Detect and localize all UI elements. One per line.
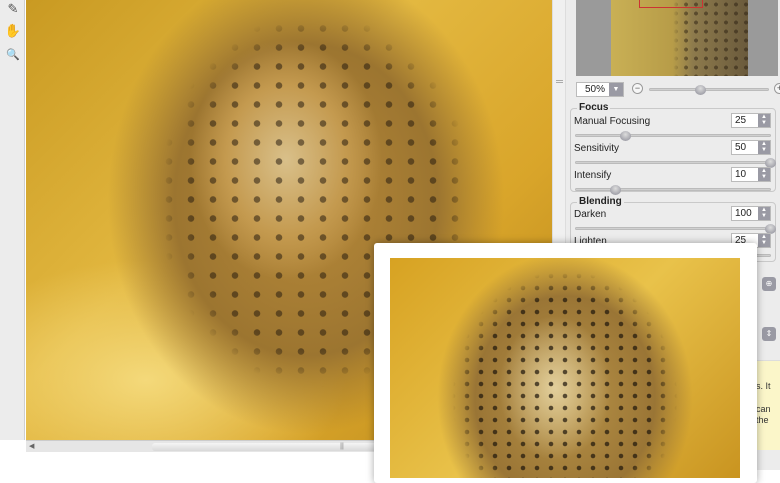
param-value: 100 (735, 208, 752, 219)
param-value-spinner[interactable]: 10 ▲ ▼ (731, 167, 771, 182)
navigator[interactable] (576, 0, 778, 76)
param-label: Sensitivity (574, 143, 620, 154)
spinner-arrows-icon[interactable]: ▲ ▼ (758, 168, 770, 181)
view-rectangle[interactable] (639, 0, 703, 8)
param-label: Manual Focusing (574, 116, 651, 127)
spinner-arrows-icon[interactable]: ▲ ▼ (758, 141, 770, 154)
scroll-left-icon[interactable]: ◀ (29, 442, 34, 450)
focus-title: Focus (577, 102, 611, 113)
param-slider[interactable] (575, 131, 771, 141)
param-value-spinner[interactable]: 100 ▲ ▼ (731, 206, 771, 221)
add-button[interactable]: ⊕ (762, 277, 776, 291)
zoom-slider-knob[interactable] (694, 85, 706, 95)
splitter-grip[interactable] (556, 80, 563, 83)
param-sensitivity: Sensitivity 50 ▲ ▼ (571, 140, 776, 169)
param-value-spinner[interactable]: 25 ▲ ▼ (731, 113, 771, 128)
preview-image (390, 258, 740, 478)
param-value: 10 (735, 169, 747, 180)
param-darken: Darken 100 ▲ ▼ (571, 206, 776, 235)
navigator-thumbnail (611, 0, 748, 76)
param-slider-knob[interactable] (619, 131, 631, 141)
zoom-value: 50% (584, 84, 605, 95)
param-manual-focusing: Manual Focusing 25 ▲ ▼ (571, 113, 775, 142)
param-label: Intensify (574, 170, 612, 181)
blending-title: Blending (577, 196, 624, 207)
param-value: 25 (735, 115, 747, 126)
help-text-line: s. It (756, 381, 771, 391)
preview-popup (374, 243, 757, 483)
hand-icon[interactable]: ✋ (4, 22, 22, 40)
param-slider[interactable] (575, 158, 776, 168)
help-text-line: the (756, 415, 769, 425)
zoom-slider[interactable] (649, 85, 769, 95)
chevron-down-icon[interactable]: ▼ (609, 83, 623, 96)
focus-group: Focus Manual Focusing 25 ▲ ▼ Sensitivity 5… (570, 102, 776, 195)
tools-toolbar: ✎ ✋ 🔍 (0, 0, 25, 440)
spinner-arrows-icon[interactable]: ▲ ▼ (758, 207, 770, 220)
param-slider[interactable] (575, 185, 771, 195)
param-intensify: Intensify 10 ▲ ▼ (571, 167, 775, 196)
zoom-icon[interactable]: 🔍 (4, 46, 22, 64)
spinner-arrows-icon[interactable]: ▲ ▼ (758, 114, 770, 127)
param-label: Darken (574, 209, 607, 220)
zoom-select[interactable]: 50% ▼ (576, 82, 624, 97)
help-text-line: can (756, 404, 771, 414)
eraser-icon[interactable]: ✎ (4, 0, 22, 18)
zoom-in-button[interactable]: + (774, 83, 780, 94)
spinner-arrows-icon[interactable]: ▲ ▼ (758, 234, 770, 247)
spin-button[interactable]: ⇕ (762, 327, 776, 341)
jaguar-preview-photo (390, 258, 740, 478)
param-slider-knob[interactable] (609, 185, 621, 195)
zoom-out-button[interactable]: − (632, 83, 643, 94)
param-value-spinner[interactable]: 50 ▲ ▼ (731, 140, 771, 155)
param-slider[interactable] (575, 224, 776, 234)
param-value: 50 (735, 142, 747, 153)
